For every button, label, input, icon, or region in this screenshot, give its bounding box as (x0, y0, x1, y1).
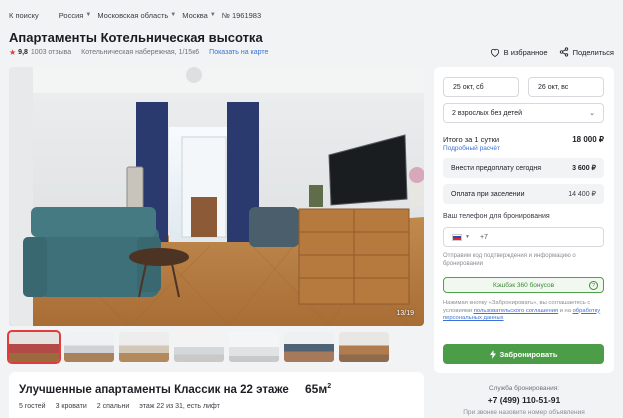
breadcrumb: К поиску Россия ▼ Московская область ▼ Мос… (9, 9, 267, 21)
thumbnail[interactable] (174, 332, 224, 362)
russia-flag-icon (452, 233, 462, 241)
photo-counter: 13/19 (396, 310, 414, 317)
phone-hint: Отправим код подтверждения и информацию … (443, 253, 576, 267)
cashback-label: Кэшбэк 360 бонусов (492, 281, 555, 289)
breadcrumb-city-label: Москва (182, 10, 208, 20)
room-area-value: 65м (305, 382, 328, 396)
phone-prefix: +7 (479, 233, 488, 241)
total-amount: 18 000 ₽ (572, 135, 604, 144)
total-row: Итого за 1 сутки 18 000 ₽ (443, 135, 604, 144)
book-button-label: Забронировать (499, 349, 558, 359)
thumbnail[interactable] (7, 330, 61, 364)
cashback-badge: Кэшбэк 360 бонусов ? (443, 277, 604, 293)
checkin-date-field[interactable]: 25 окт, сб (443, 77, 519, 97)
thumbnail[interactable] (339, 332, 389, 362)
room-floor: этаж 22 из 31, есть лифт (139, 403, 220, 410)
rating-value: 9,8 (18, 49, 28, 56)
phone-input[interactable]: ▼ +7 (443, 227, 604, 247)
thumbnail[interactable] (229, 332, 279, 362)
main-photo[interactable]: 13/19 (9, 67, 424, 326)
favorite-button[interactable]: В избранное (490, 48, 548, 57)
chevron-down-icon[interactable]: ▼ (465, 234, 470, 240)
legal-text: Нажимая кнопку «Забронировать», вы согла… (443, 300, 608, 323)
room-photo-illustration (9, 67, 424, 326)
lightning-icon (489, 349, 496, 359)
share-button[interactable]: Поделиться (559, 47, 614, 57)
user-agreement-link[interactable]: пользовательского соглашения (474, 308, 558, 314)
thumbnail[interactable] (64, 332, 114, 362)
checkin-payment-box: Оплата при заселении 14 400 ₽ (443, 184, 604, 204)
chevron-down-icon: ▼ (170, 12, 177, 18)
support-hint: При звонке назовите номер объявления (463, 409, 585, 416)
guests-select[interactable]: 2 взрослых без детей ⌄ (443, 103, 604, 123)
listing-meta: ★ 9,8 1003 отзыва Котельническая набереж… (9, 48, 268, 57)
address: Котельническая набережная, 1/15к6 (81, 49, 200, 56)
book-button[interactable]: Забронировать (443, 344, 604, 364)
guests-value: 2 взрослых без детей (452, 110, 523, 117)
chevron-down-icon: ⌄ (589, 110, 595, 117)
legal-mid: и на (558, 307, 573, 314)
breadcrumb-city[interactable]: Москва ▼ (182, 11, 216, 20)
breadcrumb-country[interactable]: Россия ▼ (59, 11, 92, 20)
breadcrumb-country-label: Россия (58, 10, 84, 20)
checkin-pay-amount: 14 400 ₽ (568, 191, 596, 198)
prepay-box: Внести предоплату сегодня 3 600 ₽ (443, 158, 604, 178)
share-label: Поделиться (572, 47, 614, 57)
chevron-down-icon: ▼ (209, 12, 216, 18)
phone-label: Ваш телефон для бронирования (443, 213, 550, 220)
detailed-calc-link[interactable]: Подробный расчёт (443, 145, 500, 152)
page-title: Апартаменты Котельническая высотка (9, 30, 263, 45)
support-phone[interactable]: +7 (499) 110-51-91 (434, 395, 614, 405)
total-label: Итого за 1 сутки (443, 135, 500, 144)
back-to-search-link[interactable]: К поиску (9, 11, 39, 20)
thumbnail[interactable] (284, 332, 334, 362)
heart-icon (490, 48, 499, 57)
star-icon: ★ (9, 48, 17, 57)
reviews-link[interactable]: 1003 отзыва (31, 49, 71, 56)
room-bedrooms: 2 спальни (96, 403, 130, 410)
listing-actions: В избранное Поделиться (479, 47, 614, 57)
room-features: 5 гостей 3 кровати 2 спальни этаж 22 из … (19, 403, 230, 410)
room-area: 65м2 (305, 382, 331, 396)
room-area-unit-sup: 2 (327, 383, 332, 390)
checkout-date-field[interactable]: 26 окт, вс (528, 77, 604, 97)
show-on-map-link[interactable]: Показать на карте (209, 49, 268, 56)
support-label: Служба бронирования: (488, 385, 560, 392)
room-title: Улучшенные апартаменты Классик на 22 эта… (19, 384, 289, 396)
listing-id: № 1961983 (221, 10, 262, 20)
prepay-label: Внести предоплату сегодня (451, 164, 542, 172)
favorite-label: В избранное (503, 47, 548, 57)
room-card: Улучшенные апартаменты Классик на 22 эта… (9, 372, 424, 418)
booking-panel: 25 окт, сб 26 окт, вс 2 взрослых без дет… (434, 67, 614, 373)
room-guests: 5 гостей (19, 403, 46, 410)
breadcrumb-region[interactable]: Московская область ▼ (97, 11, 176, 20)
breadcrumb-region-label: Московская область (97, 10, 169, 20)
room-beds: 3 кровати (55, 403, 87, 410)
thumbnail[interactable] (119, 332, 169, 362)
chevron-down-icon: ▼ (85, 12, 92, 18)
help-icon[interactable]: ? (589, 281, 598, 290)
prepay-amount: 3 600 ₽ (572, 165, 596, 172)
checkin-pay-label: Оплата при заселении (451, 190, 525, 198)
photo-thumbnails (7, 330, 389, 364)
share-icon (559, 47, 568, 57)
